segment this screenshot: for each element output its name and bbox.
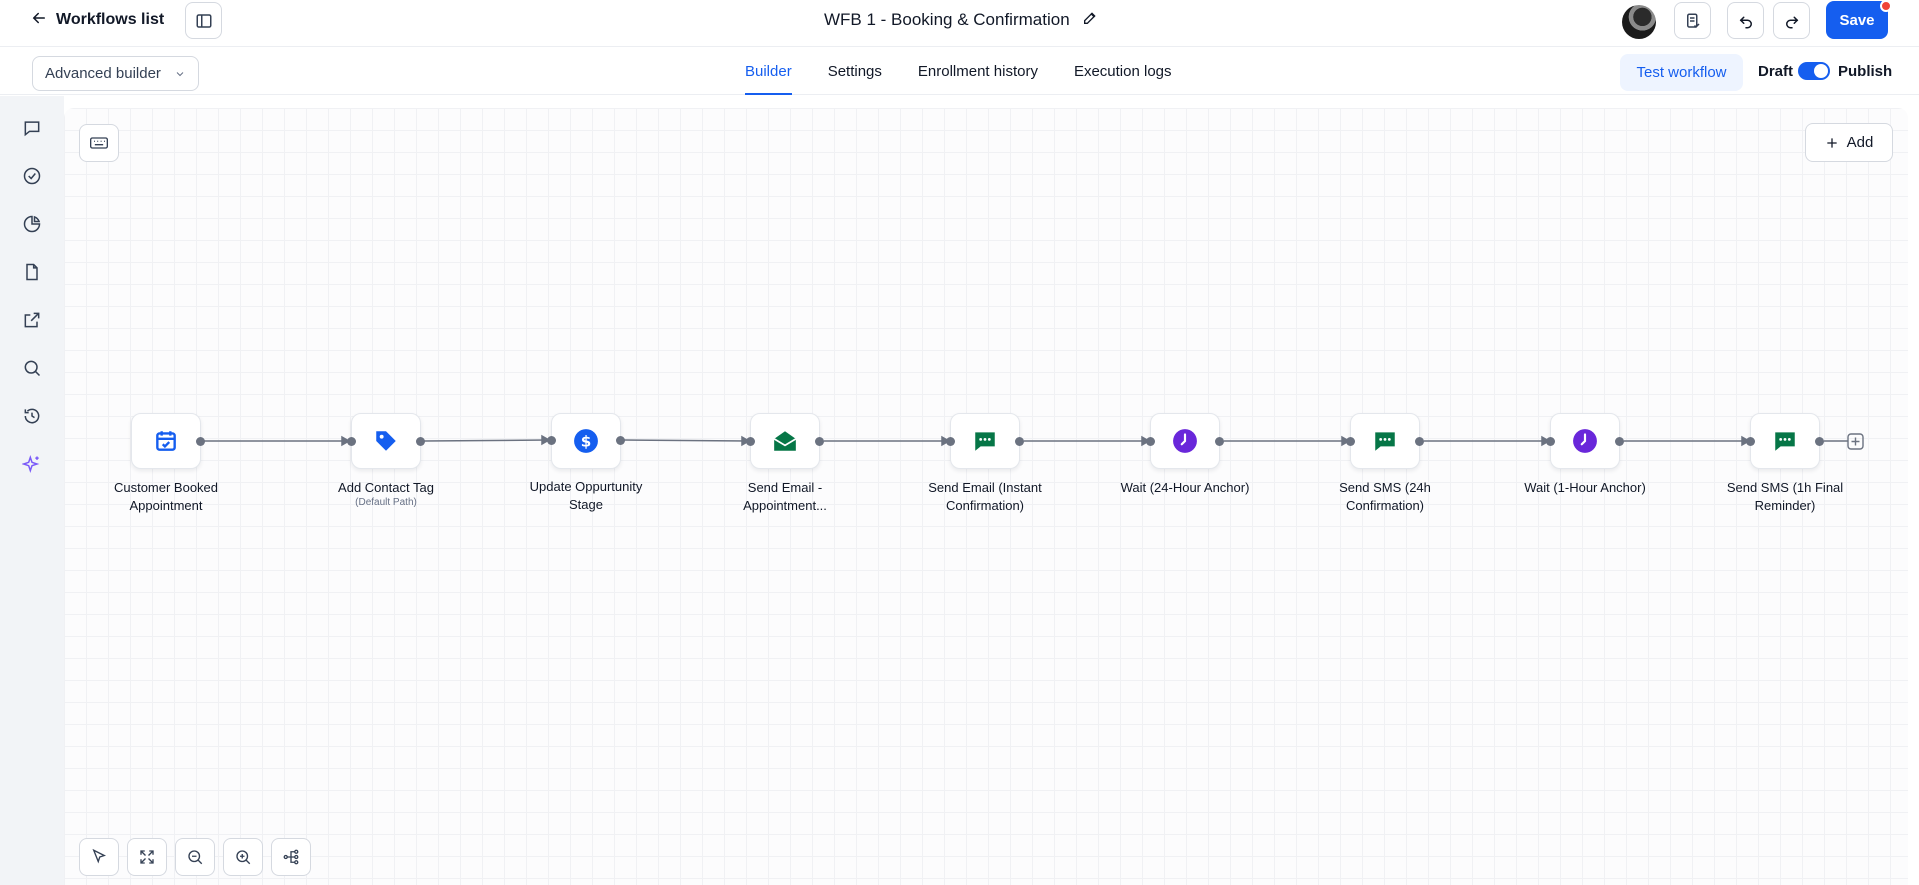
chat-icon — [975, 432, 995, 451]
output-handle[interactable] — [196, 437, 205, 446]
node-label: Send SMS (1h Final Reminder) — [1726, 480, 1844, 513]
node-update-opportunity-stage[interactable]: $ — [551, 413, 621, 469]
zoom-out-icon — [188, 850, 203, 865]
input-handle[interactable] — [547, 436, 556, 445]
input-handle[interactable] — [1546, 437, 1555, 446]
expand-icon — [140, 850, 154, 864]
node-label: Wait (24-Hour Anchor) — [1120, 480, 1250, 495]
calendar-check-icon — [156, 431, 176, 451]
output-handle[interactable] — [1815, 437, 1824, 446]
output-handle[interactable] — [1615, 437, 1624, 446]
input-handle[interactable] — [1146, 437, 1155, 446]
output-handle[interactable] — [815, 437, 824, 446]
output-handle[interactable] — [616, 436, 625, 445]
envelope-open-icon — [773, 431, 797, 451]
node-label: Send Email - Appointment... — [743, 480, 827, 513]
tag-icon — [376, 431, 396, 451]
input-handle[interactable] — [1746, 437, 1755, 446]
flow-tree-icon — [283, 849, 299, 865]
input-handle[interactable] — [347, 437, 356, 446]
zoom-out-button[interactable] — [175, 838, 215, 876]
zoom-in-button[interactable] — [223, 838, 263, 876]
fit-view-button[interactable] — [127, 838, 167, 876]
select-pointer-button[interactable] — [79, 838, 119, 876]
node-send-sms-1h-final-reminder[interactable] — [1750, 413, 1820, 469]
svg-text:$: $ — [581, 432, 592, 450]
node-label: Wait (1-Hour Anchor) — [1524, 480, 1646, 495]
output-handle[interactable] — [416, 437, 425, 446]
clock-icon — [1573, 429, 1597, 453]
node-label: Send Email (Instant Confirmation) — [928, 480, 1042, 513]
node-label: Add Contact Tag — [338, 480, 434, 495]
input-handle[interactable] — [946, 437, 955, 446]
output-handle[interactable] — [1215, 437, 1224, 446]
output-handle[interactable] — [1015, 437, 1024, 446]
node-add-contact-tag[interactable] — [351, 413, 421, 469]
node-send-email-appointment[interactable] — [750, 413, 820, 469]
node-send-email-instant-confirmation[interactable] — [950, 413, 1020, 469]
node-label: Customer Booked Appointment — [113, 480, 219, 513]
cursor-pointer-icon — [92, 848, 107, 864]
output-handle[interactable] — [1415, 437, 1424, 446]
dollar-icon: $ — [574, 429, 598, 453]
node-sublabel: (Default Path) — [355, 497, 417, 508]
node-customer-booked-appointment[interactable] — [131, 413, 201, 469]
node-label: Send SMS (24h Confirmation) — [1339, 480, 1431, 513]
chat-icon — [1775, 432, 1795, 451]
auto-layout-button[interactable] — [271, 838, 311, 876]
node-label: Update Oppurtunity Stage — [529, 479, 643, 512]
node-wait-24-hour-anchor[interactable] — [1150, 413, 1220, 469]
clock-icon — [1173, 429, 1197, 453]
chat-icon — [1375, 432, 1395, 451]
input-handle[interactable] — [746, 437, 755, 446]
input-handle[interactable] — [1346, 437, 1355, 446]
add-step-plus-icon[interactable] — [1847, 433, 1864, 450]
zoom-in-icon — [236, 850, 251, 865]
node-send-sms-24h-confirmation[interactable] — [1350, 413, 1420, 469]
node-wait-1-hour-anchor[interactable] — [1550, 413, 1620, 469]
